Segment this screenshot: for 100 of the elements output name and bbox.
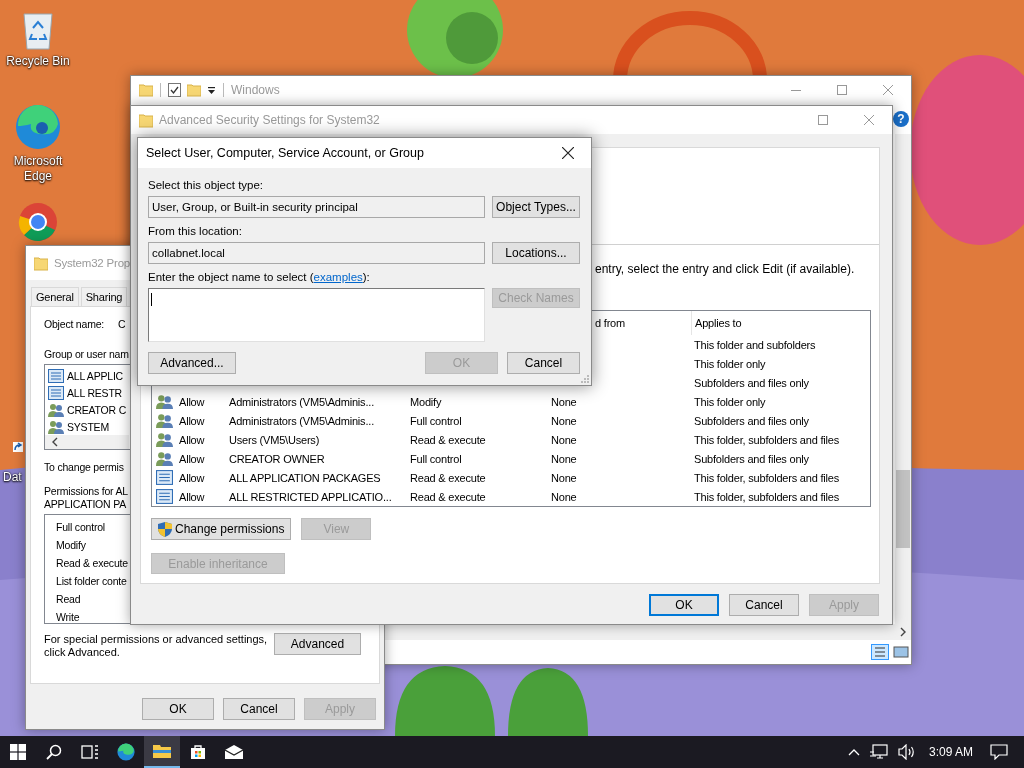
permissions-label: Permissions for AL <box>44 485 128 498</box>
table-cell: Allow <box>179 395 205 408</box>
table-cell: Subfolders and files only <box>694 452 809 465</box>
table-cell: Read & execute <box>410 490 486 503</box>
table-cell: None <box>551 452 577 465</box>
table-cell: Allow <box>179 433 205 446</box>
dialog-button[interactable]: Cancel <box>729 594 799 616</box>
window-title: Windows <box>231 83 280 97</box>
examples-link[interactable]: examples <box>313 271 363 283</box>
table-cell: This folder, subfolders and files <box>694 471 840 484</box>
search-icon <box>46 744 62 760</box>
column-header[interactable]: d from <box>595 317 625 329</box>
action-button[interactable]: Change permissions <box>151 518 292 540</box>
chevron-up-icon[interactable] <box>847 748 860 756</box>
user-group-icon <box>156 432 173 447</box>
table-cell: None <box>551 395 577 408</box>
table-cell: Read & execute <box>410 471 486 484</box>
checklist-icon[interactable] <box>168 83 181 97</box>
table-cell: Administrators (VM5\Adminis... <box>229 395 374 408</box>
permission-name: Read <box>56 592 81 607</box>
table-cell: CREATOR OWNER <box>229 452 325 465</box>
volume-icon[interactable] <box>897 744 916 760</box>
network-icon[interactable] <box>869 744 888 760</box>
table-cell: Users (VM5\Users) <box>229 433 320 446</box>
edge-icon[interactable] <box>15 104 61 150</box>
dialog-button[interactable]: Cancel <box>223 698 295 720</box>
shopping-bag-icon <box>190 744 206 760</box>
package-icon <box>48 368 64 383</box>
table-cell: ALL RESTRICTED APPLICATIO... <box>229 490 392 503</box>
dialog-button[interactable]: OK <box>142 698 214 720</box>
table-cell: None <box>551 490 577 503</box>
object-type-field[interactable]: User, Group, or Built-in security principal <box>148 196 485 218</box>
hint-text: To change permis <box>44 461 124 474</box>
shortcut-arrow-icon[interactable] <box>13 442 23 452</box>
window-title: Advanced Security Settings for System32 <box>159 113 380 127</box>
permission-name: List folder conte <box>56 574 127 589</box>
tab[interactable]: General <box>31 287 79 306</box>
scrollbar[interactable] <box>45 435 129 449</box>
chevron-right-icon[interactable] <box>899 627 907 637</box>
taskbar-explorer-button[interactable] <box>144 736 180 768</box>
field-label: Select this object type: <box>148 179 264 192</box>
package-icon <box>48 385 64 400</box>
chrome-icon[interactable] <box>18 202 58 242</box>
scrollbar[interactable] <box>895 134 911 624</box>
table-cell: This folder, subfolders and files <box>694 433 840 446</box>
close-icon <box>562 147 574 159</box>
list-item[interactable]: CREATOR C <box>45 401 127 418</box>
dialog-title: Select User, Computer, Service Account, or Group <box>146 146 424 160</box>
task-view-icon <box>81 744 99 760</box>
table-cell: Subfolders and files only <box>694 414 809 427</box>
user-group-icon <box>156 413 173 428</box>
tab[interactable]: Sharing <box>80 287 128 306</box>
table-cell: ALL APPLICATION PACKAGES <box>229 471 381 484</box>
table-cell: Subfolders and files only <box>694 376 809 389</box>
chevron-left-icon[interactable] <box>51 437 59 447</box>
user-group-icon <box>48 419 64 434</box>
list-item[interactable]: ALL RESTR <box>45 384 122 401</box>
clock[interactable]: 3:09 AM <box>928 745 973 759</box>
scrollbar-thumb[interactable] <box>896 470 910 548</box>
table-cell: Modify <box>410 395 442 408</box>
field-label: Object name: <box>44 318 105 331</box>
object-types-button[interactable]: Object Types... <box>492 196 580 218</box>
user-group-icon <box>48 402 64 417</box>
thumbnail-view-icon[interactable] <box>893 645 909 659</box>
locations-button[interactable]: Locations... <box>492 242 580 264</box>
close-icon <box>883 85 893 95</box>
table-cell: None <box>551 471 577 484</box>
package-icon <box>156 470 173 485</box>
permission-name: Full control <box>56 520 105 535</box>
permission-name: Read & execute <box>56 556 128 571</box>
field-label: Enter the object name to select (examples): <box>148 271 370 284</box>
object-name-field[interactable] <box>148 288 485 342</box>
list-item[interactable]: SYSTEM <box>45 418 109 435</box>
notification-icon[interactable] <box>990 744 1008 760</box>
list-item[interactable]: ALL APPLIC <box>45 367 123 384</box>
mail-icon <box>225 745 243 759</box>
table-cell: Read & execute <box>410 433 486 446</box>
advanced-button[interactable]: Advanced... <box>148 352 236 374</box>
edge-icon <box>117 743 135 761</box>
dialog-button[interactable]: Cancel <box>507 352 580 374</box>
details-view-icon[interactable] <box>871 644 889 660</box>
maximize-icon <box>837 85 847 95</box>
close-icon <box>864 115 874 125</box>
table-cell: None <box>551 414 577 427</box>
table-cell: This folder, subfolders and files <box>694 490 840 503</box>
advanced-button[interactable]: Advanced <box>274 633 361 655</box>
permissions-label: APPLICATION PA <box>44 498 127 511</box>
permission-name: Modify <box>56 538 86 553</box>
resize-grip-icon[interactable] <box>581 375 589 383</box>
package-icon <box>156 489 173 504</box>
table-cell: Full control <box>410 414 462 427</box>
caret-icon[interactable] <box>207 85 216 95</box>
help-button[interactable]: ? <box>893 111 909 127</box>
folder-icon <box>153 743 171 759</box>
table-cell: Allow <box>179 452 205 465</box>
column-header[interactable]: Applies to <box>695 317 742 329</box>
table-cell: This folder only <box>694 357 766 370</box>
table-cell: Allow <box>179 490 205 503</box>
dialog-button[interactable]: OK <box>649 594 719 616</box>
location-field[interactable]: collabnet.local <box>148 242 485 264</box>
